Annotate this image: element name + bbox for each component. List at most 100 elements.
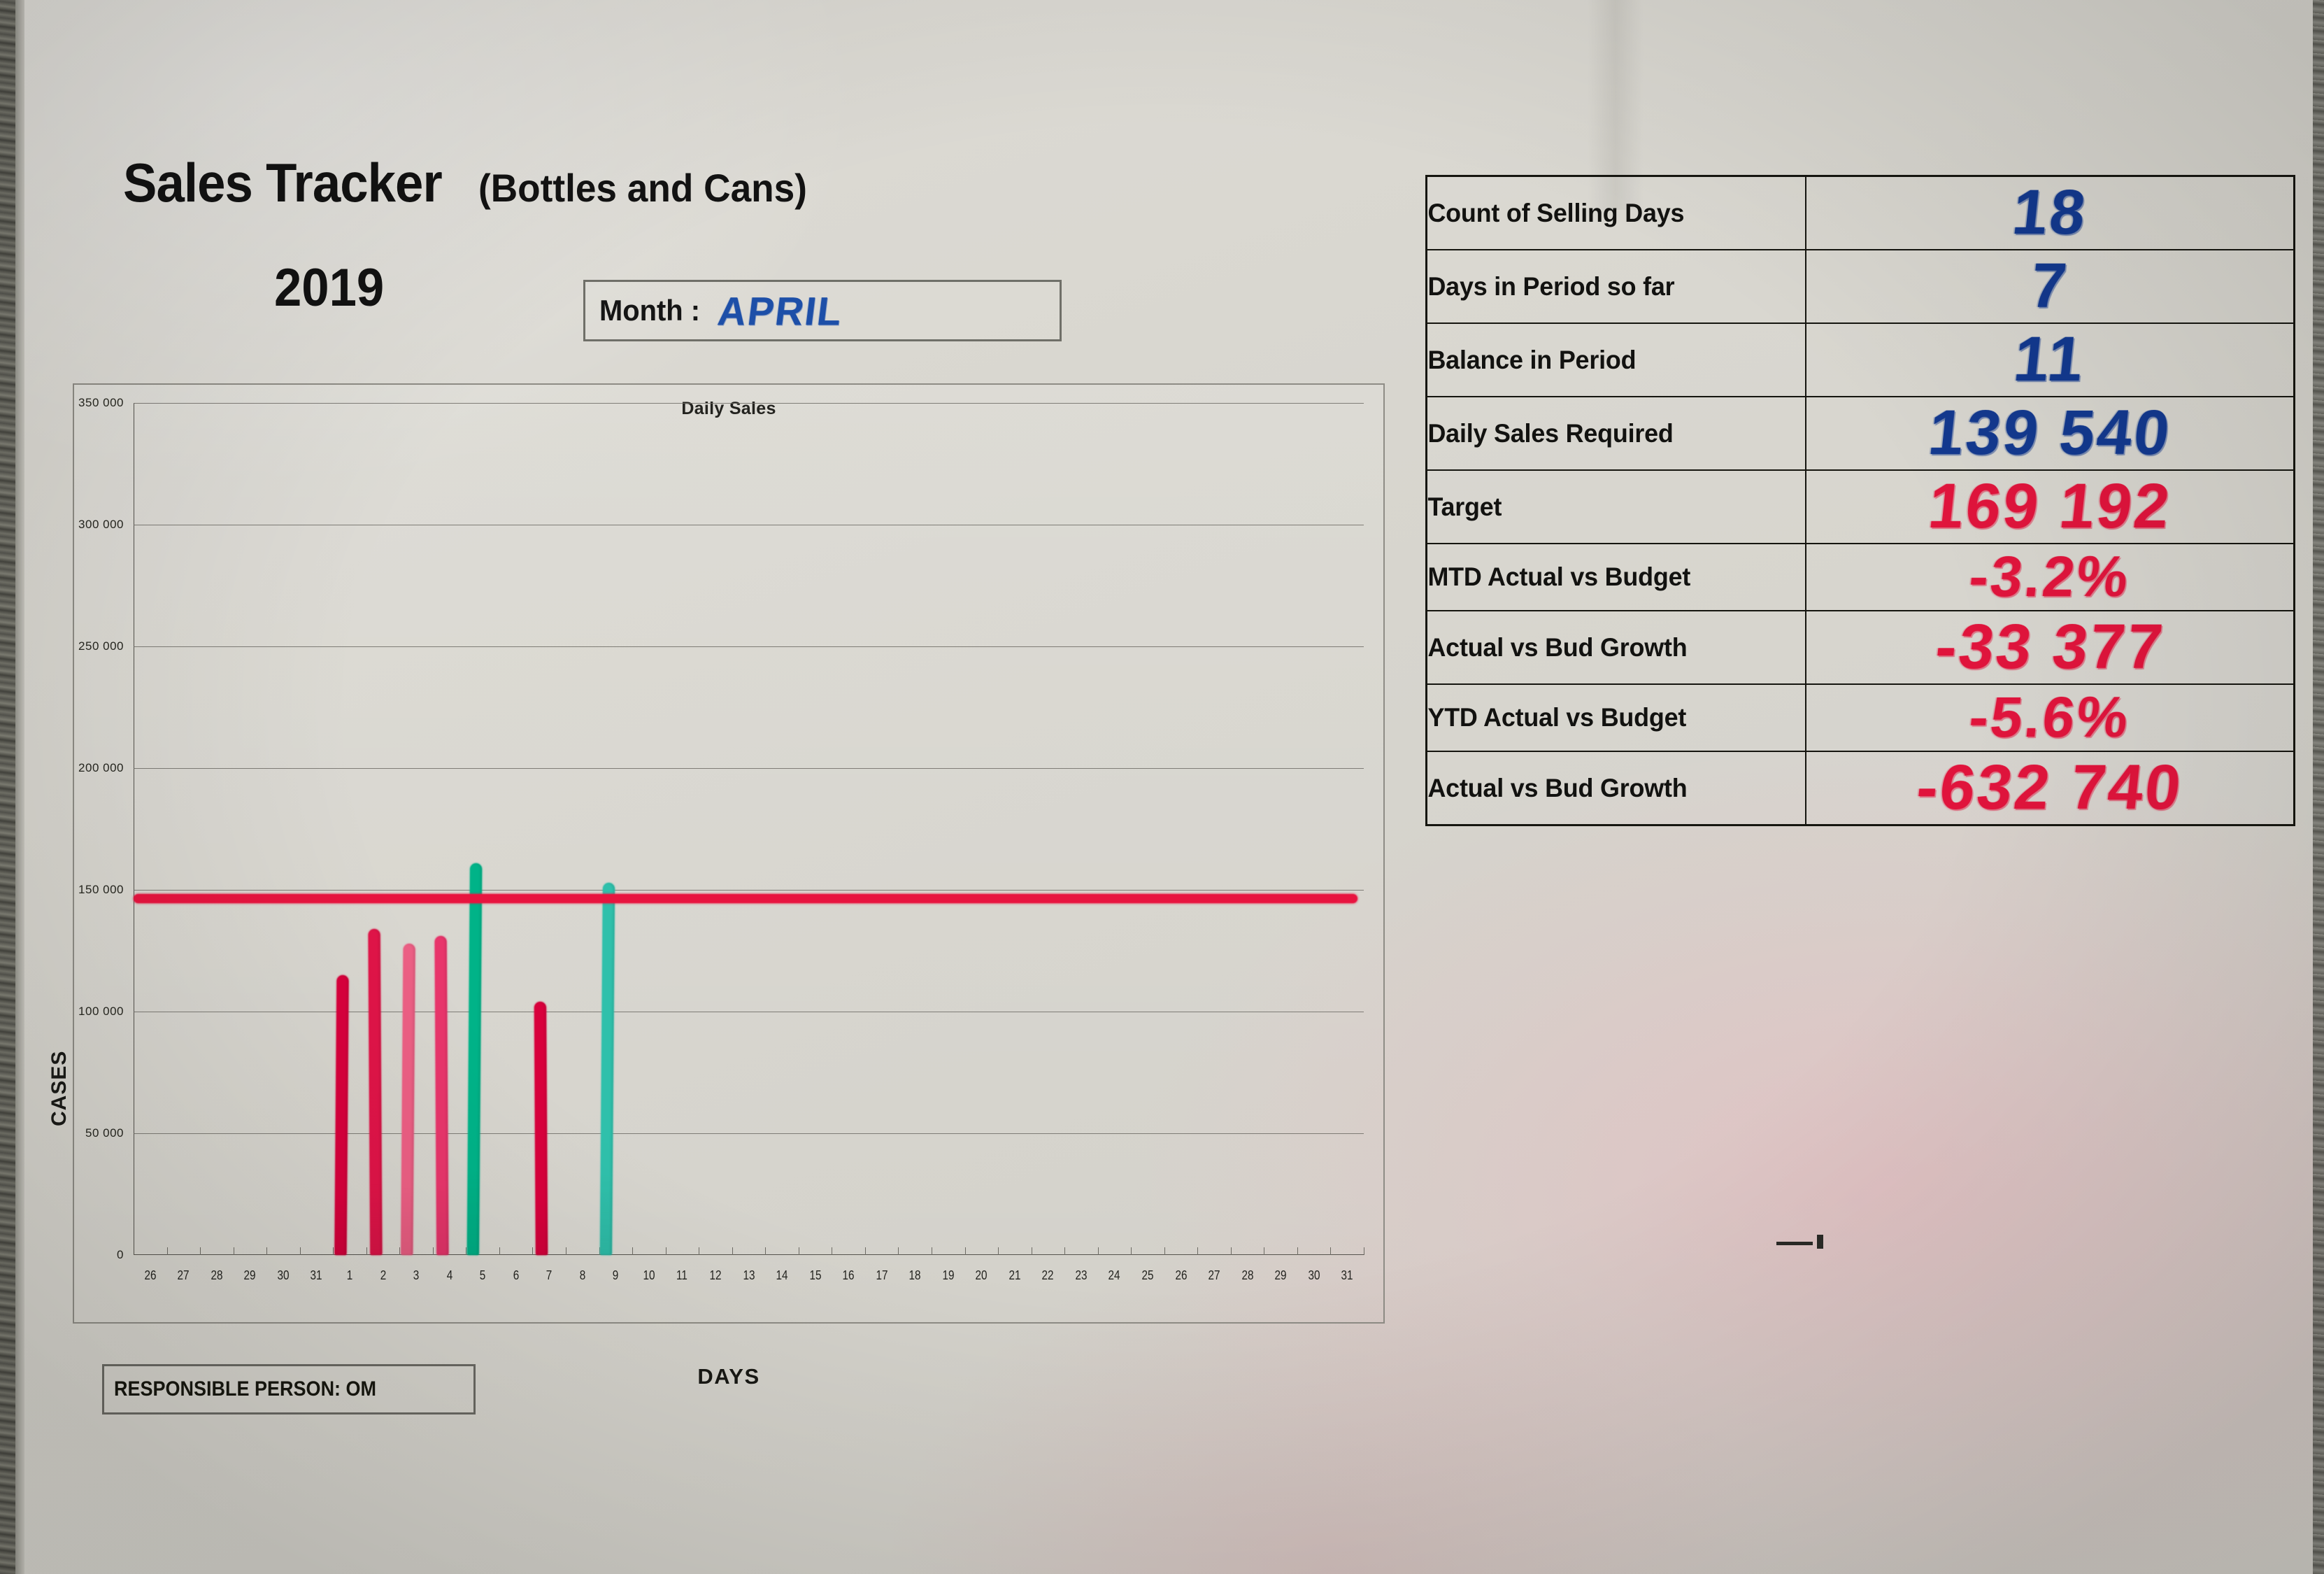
table-row: Daily Sales Required 139 540 [1425, 396, 2295, 471]
target-line [134, 894, 1358, 904]
left-frame-edge [15, 0, 24, 1574]
y-axis-tick-label: 200 000 [78, 761, 124, 774]
x-axis-tick-label: 24 [1108, 1268, 1120, 1282]
x-axis-tick [732, 1247, 733, 1255]
y-axis-tick-label: 0 [117, 1248, 124, 1261]
x-axis-line [134, 1254, 1364, 1255]
chart-bar [600, 882, 615, 1256]
x-axis-tick [1164, 1247, 1165, 1255]
x-axis-tick-label: 18 [908, 1268, 921, 1282]
responsible-person-box[interactable]: RESPONSIBLE PERSON: OM [102, 1364, 476, 1415]
gridline [134, 890, 1364, 891]
x-axis-tick-label: 15 [809, 1268, 822, 1282]
x-axis-tick [166, 1247, 168, 1255]
x-axis-tick [632, 1247, 634, 1255]
metric-label: YTD Actual vs Budget [1425, 683, 1795, 752]
chart-bar [334, 974, 349, 1256]
x-axis-tick [1064, 1247, 1066, 1255]
x-axis-tick-label: 21 [1008, 1268, 1021, 1282]
x-axis-tick-label: 7 [546, 1268, 553, 1282]
x-axis-tick-label: 27 [1208, 1268, 1220, 1282]
month-value: APRIL [715, 288, 846, 334]
table-row: Actual vs Bud Growth -632 740 [1425, 751, 2295, 826]
x-axis-tick-label: 13 [742, 1268, 755, 1282]
chart-bar [368, 928, 383, 1256]
x-axis-tick [998, 1247, 999, 1255]
chart-bar [401, 943, 415, 1256]
gridline [134, 768, 1364, 769]
x-axis-tick-label: 9 [613, 1268, 619, 1282]
x-axis-tick-label: 16 [842, 1268, 855, 1282]
metric-label: MTD Actual vs Budget [1425, 543, 1795, 611]
x-axis-tick-label: 2 [380, 1268, 386, 1282]
table-row: Actual vs Bud Growth -33 377 [1425, 610, 2295, 685]
metric-label: Count of Selling Days [1425, 175, 1795, 250]
metric-value: 139 540 [1925, 398, 2175, 468]
plot-area: 0 50 000 100 000 150 000 200 000 250 000 300 0… [78, 396, 1364, 1282]
y-axis-tick-label: 300 000 [78, 518, 124, 531]
page-title: Sales Tracker (Bottles and Cans) [123, 151, 825, 215]
month-label: Month : [599, 294, 701, 327]
metric-value-cell[interactable]: 169 192 [1805, 469, 2295, 544]
y-axis-tick-label: 50 000 [85, 1126, 124, 1140]
x-axis-tick [1230, 1247, 1232, 1255]
gridline [134, 403, 1364, 404]
metric-value-cell[interactable]: -33 377 [1805, 610, 2295, 685]
metrics-table: Count of Selling Days 18 Days in Period so… [1425, 175, 2295, 826]
metric-value: -5.6% [1966, 686, 2134, 749]
x-axis-tick [1197, 1247, 1199, 1255]
x-axis-tick-label: 29 [1274, 1268, 1287, 1282]
x-axis-tick [964, 1247, 966, 1255]
metric-value-cell[interactable]: 18 [1805, 175, 2295, 250]
x-axis-tick [1297, 1247, 1298, 1255]
x-axis-tick-label: 20 [975, 1268, 988, 1282]
y-axis-title: CASES [48, 1050, 71, 1126]
x-axis-tick [499, 1247, 500, 1255]
x-axis-tick-label: 27 [177, 1268, 190, 1282]
chart-bar [467, 863, 483, 1256]
y-axis-tick-label: 250 000 [78, 639, 124, 653]
x-axis-tick [299, 1247, 301, 1255]
x-axis-tick-label: 26 [1175, 1268, 1188, 1282]
gridline [134, 646, 1364, 647]
year-label: 2019 [274, 258, 385, 318]
x-axis-tick-label: 29 [243, 1268, 256, 1282]
x-axis-tick [898, 1247, 899, 1255]
x-axis-tick-label: 30 [277, 1268, 290, 1282]
y-axis-tick-label: 100 000 [78, 1005, 124, 1018]
x-axis-tick [432, 1247, 434, 1255]
x-axis-tick-label: 5 [479, 1268, 486, 1282]
metric-value-cell[interactable]: 7 [1805, 249, 2295, 324]
table-row: Target 169 192 [1425, 469, 2295, 544]
metric-value-cell[interactable]: -632 740 [1805, 751, 2295, 826]
month-field[interactable]: Month : APRIL [583, 280, 1062, 341]
metric-label: Days in Period so far [1425, 249, 1795, 324]
x-axis-tick [1131, 1247, 1132, 1255]
metric-value-cell[interactable]: -3.2% [1805, 543, 2295, 611]
x-axis-tick-label: 11 [676, 1268, 688, 1282]
right-wall-edge [2313, 0, 2324, 1574]
x-axis-tick [765, 1247, 767, 1255]
x-axis-tick-label: 22 [1041, 1268, 1054, 1282]
metric-value-cell[interactable]: 139 540 [1805, 396, 2295, 471]
metric-value-cell[interactable]: 11 [1805, 322, 2295, 397]
x-axis-tick-label: 3 [413, 1268, 420, 1282]
x-axis-tick-label: 12 [709, 1268, 722, 1282]
x-axis-tick [399, 1247, 401, 1255]
x-axis-tick-label: 4 [446, 1268, 452, 1282]
x-axis-tick [333, 1247, 334, 1255]
daily-sales-chart: Daily Sales CASES 0 50 000 100 000 150 000 2… [48, 383, 1385, 1389]
table-row: YTD Actual vs Budget -5.6% [1425, 683, 2295, 752]
metric-value: -3.2% [1966, 545, 2134, 609]
metric-value-cell[interactable]: -5.6% [1805, 683, 2295, 752]
y-axis-tick-label: 350 000 [78, 396, 124, 409]
x-axis-tick-label: 1 [346, 1268, 353, 1282]
stray-mark [1776, 1242, 1813, 1245]
table-row: Days in Period so far 7 [1425, 249, 2295, 324]
x-axis-tick [532, 1247, 534, 1255]
metric-label: Balance in Period [1425, 322, 1795, 397]
chart-bar [534, 1002, 548, 1256]
chart-bar [434, 936, 449, 1256]
left-wall-edge [0, 0, 15, 1574]
metric-value: 18 [2009, 178, 2091, 248]
